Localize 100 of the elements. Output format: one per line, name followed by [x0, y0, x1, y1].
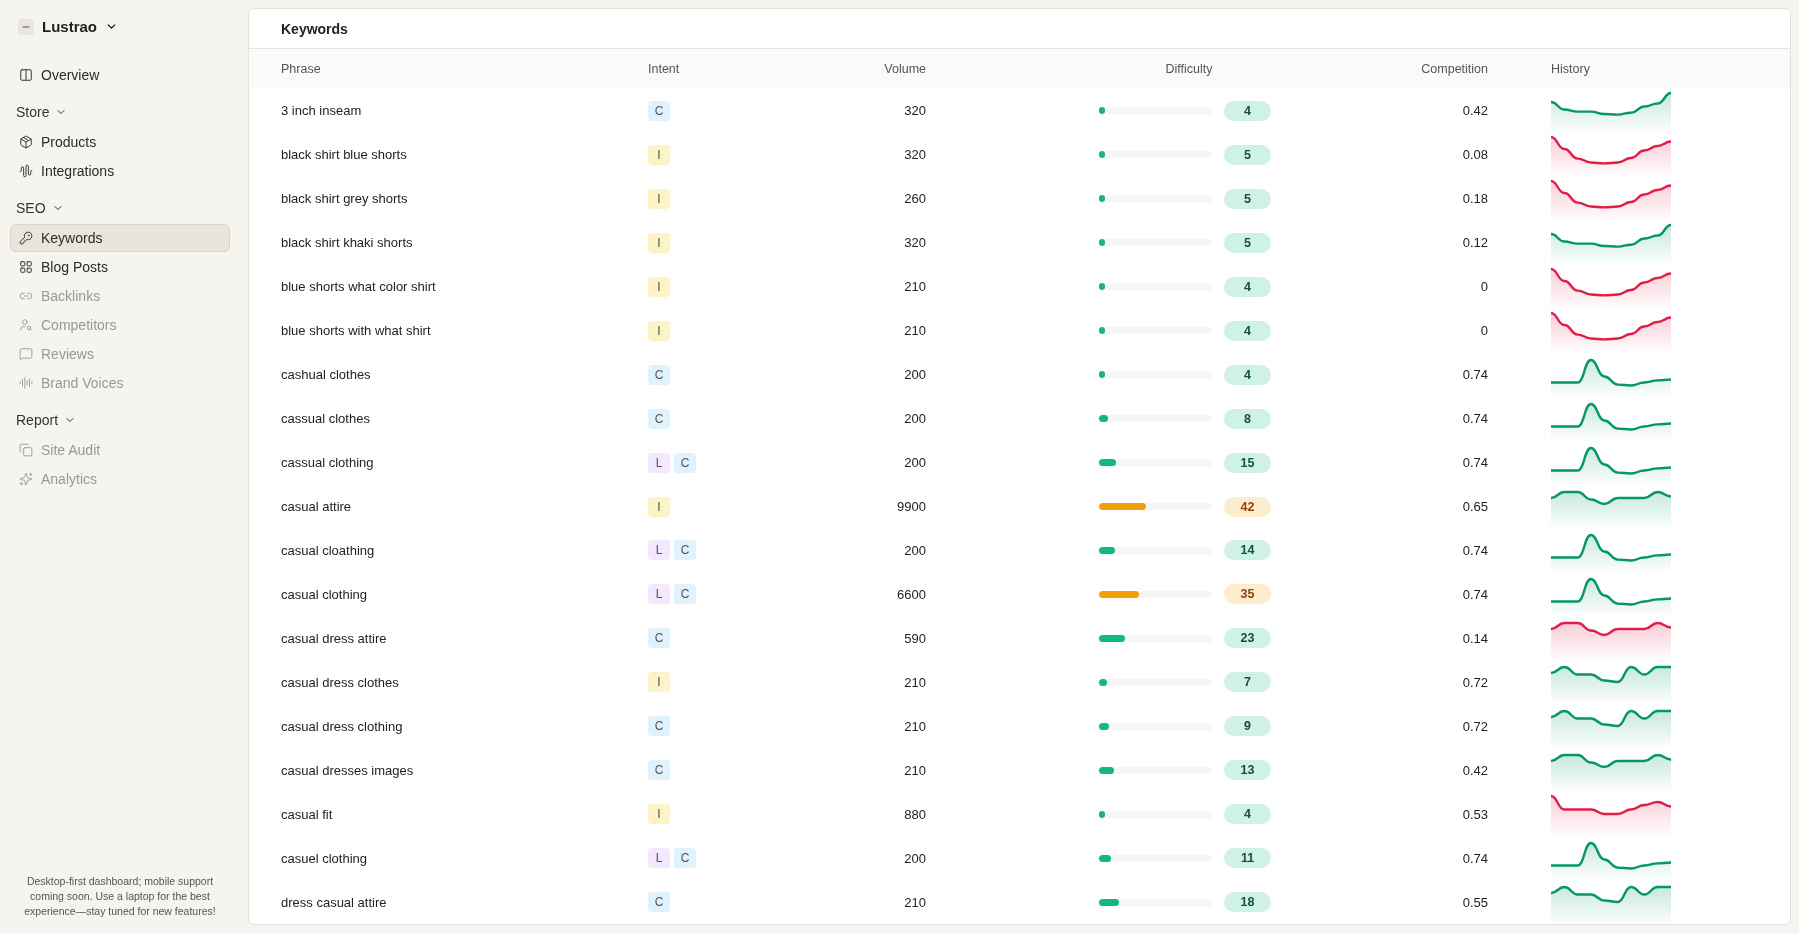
- key-icon: [19, 231, 33, 245]
- volume-cell: 200: [904, 850, 926, 866]
- intent-tag: L: [648, 584, 670, 605]
- intent-tag: I: [648, 496, 670, 517]
- grid-icon: [19, 260, 33, 274]
- intent-tag: I: [648, 672, 670, 693]
- competition-cell: 0.12: [1462, 235, 1488, 251]
- volume-cell: 320: [904, 103, 926, 119]
- sparkles-icon: [19, 472, 33, 486]
- difficulty-score: 14: [1224, 540, 1271, 561]
- section-toggle[interactable]: Store: [10, 104, 74, 120]
- difficulty-score: 35: [1224, 584, 1271, 605]
- intent-tag: C: [648, 892, 670, 913]
- intent-tag: C: [648, 364, 670, 385]
- competition-cell: 0.65: [1462, 499, 1488, 514]
- phrase-cell-text: casual dress clothes: [281, 674, 400, 690]
- intent-tag: C: [648, 628, 670, 649]
- phrase-cell-text: dress casual attire: [281, 894, 388, 910]
- volume-cell: 210: [904, 323, 926, 339]
- phrase-cell-text: casual dresses images: [281, 762, 415, 778]
- intent-tag: L: [648, 452, 670, 473]
- competition-cell: 0.53: [1462, 806, 1488, 822]
- intent-tag: C: [674, 584, 696, 605]
- competition-cell: 0: [1480, 279, 1488, 295]
- difficulty-score: 4: [1224, 804, 1271, 825]
- competition-cell: 0.72: [1462, 718, 1488, 734]
- volume-cell: 200: [904, 542, 926, 558]
- intent-tag: C: [674, 540, 696, 561]
- intent-tag: I: [648, 320, 670, 341]
- column-header: Phrase: [281, 61, 321, 76]
- difficulty-score: 13: [1224, 760, 1271, 781]
- phrase-cell-text: cassual clothing: [281, 455, 375, 471]
- competition-cell: 0.74: [1462, 850, 1488, 866]
- copy-icon: [19, 443, 33, 457]
- section-toggle[interactable]: SEO: [10, 200, 70, 216]
- difficulty-score: 42: [1224, 496, 1271, 517]
- difficulty-score: 4: [1224, 276, 1271, 297]
- difficulty-score: 23: [1224, 628, 1271, 649]
- intent-tag: C: [648, 100, 670, 121]
- difficulty-score: 18: [1224, 892, 1271, 913]
- volume-cell: 210: [904, 279, 926, 295]
- competition-cell: 0.74: [1462, 586, 1488, 602]
- competition-cell: 0.74: [1462, 367, 1488, 383]
- phrase-cell-text: casual dress attire: [281, 630, 388, 646]
- phrase-cell-text: black shirt blue shorts: [281, 147, 408, 163]
- nav-item[interactable]: Products: [10, 128, 230, 156]
- intent-tag: I: [648, 144, 670, 165]
- volume-cell: 200: [904, 411, 926, 427]
- competition-cell: 0.55: [1462, 894, 1488, 910]
- difficulty-score: 9: [1224, 716, 1271, 737]
- volume-cell: 320: [904, 147, 926, 163]
- difficulty-score: 4: [1224, 320, 1271, 341]
- volume-cell: 320: [904, 235, 926, 251]
- competition-cell: 0.74: [1462, 455, 1488, 471]
- column-header: History: [1551, 61, 1590, 76]
- competition-cell: 0.72: [1462, 674, 1488, 690]
- user-search-icon: [19, 318, 33, 332]
- volume-cell: 200: [904, 367, 926, 383]
- phrase-cell-text: blue shorts what color shirt: [281, 279, 437, 295]
- intent-tag: C: [648, 408, 670, 429]
- phrase-cell-text: cashual clothes: [281, 367, 372, 383]
- volume-cell: 9900: [897, 499, 926, 514]
- phrase-cell-text: casual cloathing: [281, 542, 376, 558]
- competition-cell: 0.08: [1462, 147, 1488, 163]
- link-icon: [19, 289, 33, 303]
- difficulty-score: 11: [1224, 848, 1271, 869]
- nav-item[interactable]: Blog Posts: [10, 253, 230, 281]
- competition-cell: 0.42: [1462, 103, 1488, 119]
- package-icon: [19, 135, 33, 149]
- volume-cell: 200: [904, 455, 926, 471]
- intent-tag: L: [648, 540, 670, 561]
- nav-item[interactable]: Keywords: [10, 224, 230, 252]
- intent-tag: C: [674, 848, 696, 869]
- volume-cell: 210: [904, 894, 926, 910]
- nav-item[interactable]: Overview: [10, 61, 230, 89]
- volume-cell: 210: [904, 762, 926, 778]
- workspace-name[interactable]: Lustrao: [42, 18, 97, 35]
- phrase-cell-text: casual dress clothing: [281, 718, 404, 734]
- column-header: Intent: [648, 61, 680, 76]
- phrase-cell-text: casual clothing: [281, 586, 368, 602]
- phrase-cell-text: blue shorts with what shirt: [281, 323, 432, 339]
- difficulty-score: 8: [1224, 408, 1271, 429]
- phrase-cell-text: black shirt khaki shorts: [281, 235, 414, 251]
- volume-cell: 210: [904, 674, 926, 690]
- difficulty-score: 5: [1224, 144, 1271, 165]
- volume-cell: 880: [904, 806, 926, 822]
- volume-cell: 6600: [897, 586, 926, 602]
- intent-tag: C: [648, 760, 670, 781]
- section-toggle[interactable]: Report: [10, 412, 83, 428]
- competition-cell: 0: [1480, 323, 1488, 339]
- column-header: Volume: [884, 61, 926, 76]
- competition-cell: 0.18: [1462, 191, 1488, 207]
- intent-tag: I: [648, 188, 670, 209]
- phrase-cell-text: casual fit: [281, 806, 334, 822]
- volume-cell: 210: [904, 718, 926, 734]
- difficulty-score: 4: [1224, 100, 1271, 121]
- intent-tag: I: [648, 232, 670, 253]
- difficulty-score: 5: [1224, 188, 1271, 209]
- logo-icon: [18, 18, 34, 35]
- nav-item[interactable]: Integrations: [10, 157, 230, 185]
